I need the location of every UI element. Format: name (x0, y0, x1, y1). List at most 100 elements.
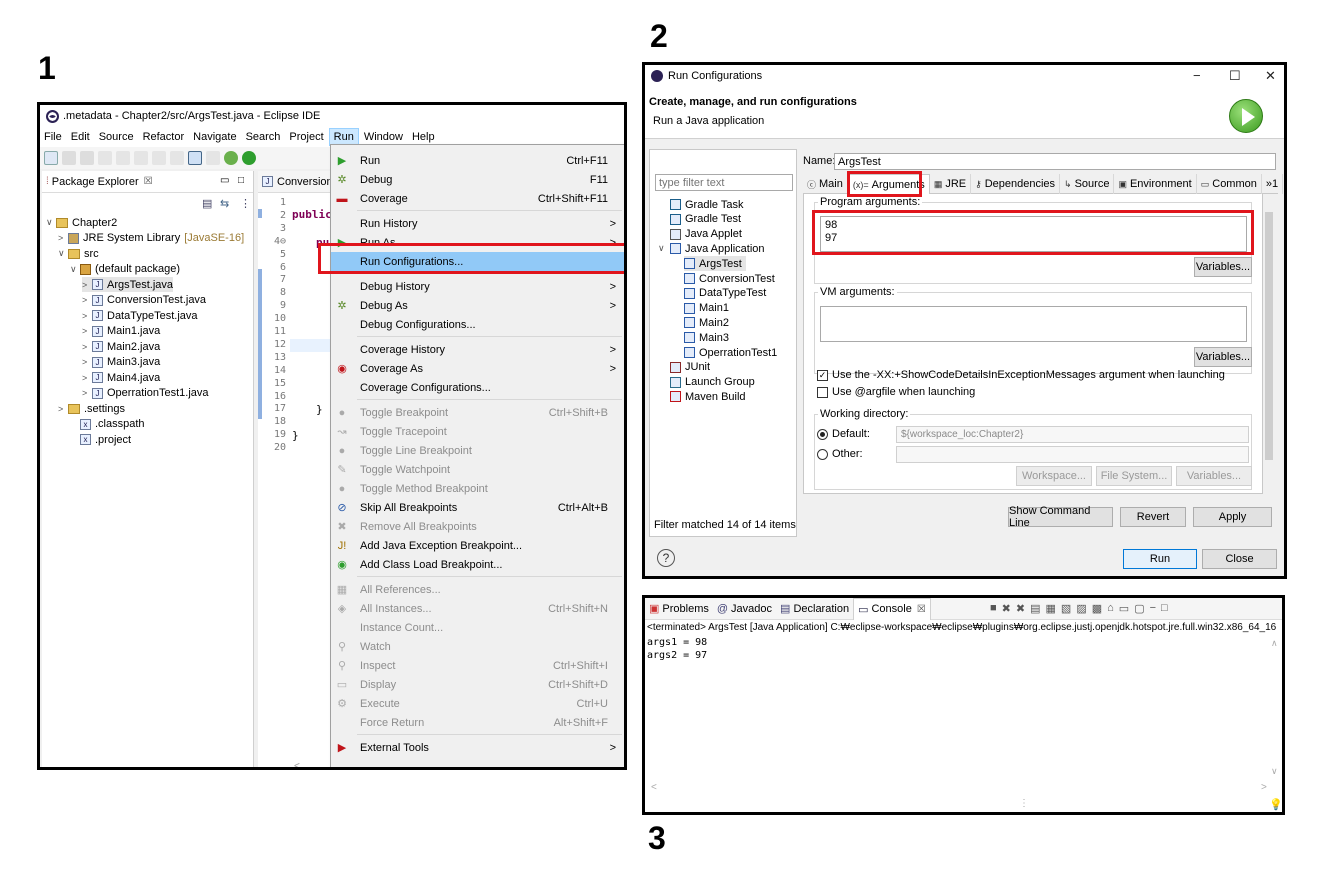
menu-item-add-class-load-breakpoint[interactable]: ◉ Add Class Load Breakpoint... (331, 555, 624, 574)
config-tree-item[interactable]: Maven Build (670, 389, 746, 404)
remove-launch-icon[interactable]: ✖ (1002, 602, 1011, 615)
chevron-down-icon[interactable]: ∨ (46, 217, 56, 228)
save-all-icon[interactable] (80, 151, 94, 165)
remove-all-icon[interactable]: ✖ (1016, 602, 1025, 615)
tab-source[interactable]: ↳ Source (1060, 174, 1115, 194)
menu-edit[interactable]: Edit (67, 129, 94, 145)
default-dir-option[interactable]: Default: (817, 428, 870, 440)
menu-item-debug-history[interactable]: Debug History > (331, 277, 624, 296)
working-dir-variables-button[interactable]: Variables... (1176, 466, 1252, 486)
menu-item-coverage-as[interactable]: ◉ Coverage As > (331, 359, 624, 378)
chevron-right-icon[interactable]: > (82, 311, 92, 321)
monitor-icon[interactable] (188, 151, 202, 165)
menu-item-watch[interactable]: ⚲ Watch (331, 637, 624, 656)
scroll-down-icon[interactable]: ∨ (1271, 766, 1278, 777)
tab-javadoc[interactable]: @ Javadoc (713, 603, 776, 615)
menu-item-inspect[interactable]: ⚲ Inspect Ctrl+Shift+I (331, 656, 624, 675)
scroll-up-icon[interactable]: ∧ (1271, 638, 1278, 649)
menu-item-debug-as[interactable]: ✲ Debug As > (331, 296, 624, 315)
tab-scrollbar[interactable] (1263, 194, 1275, 494)
menu-item-debug-configurations[interactable]: Debug Configurations... (331, 315, 624, 334)
maximize-icon[interactable]: ☐ (1229, 68, 1241, 84)
tree-item[interactable]: > J Main1.java (82, 324, 160, 339)
tree-item[interactable]: ∨ src (58, 246, 99, 261)
tree-item[interactable]: > J Main3.java (82, 355, 160, 370)
menu-help[interactable]: Help (408, 129, 439, 145)
debug-toolbar-icon[interactable] (224, 151, 238, 165)
menu-item-toggle-watchpoint[interactable]: ✎ Toggle Watchpoint (331, 460, 624, 479)
whitespace-icon[interactable] (170, 151, 184, 165)
filter-input[interactable] (655, 174, 793, 191)
workspace-button[interactable]: Workspace... (1016, 466, 1092, 486)
close-icon[interactable]: ☒ (144, 176, 153, 187)
chevron-right-icon[interactable]: > (82, 373, 92, 383)
menu-item-add-java-exception-breakpoint[interactable]: J! Add Java Exception Breakpoint... (331, 536, 624, 555)
radio-selected-icon[interactable] (817, 428, 828, 440)
package-explorer-tab[interactable]: ⁞ Package Explorer ☒ ▭ □ (42, 171, 253, 193)
skip-icon[interactable] (206, 151, 220, 165)
close-icon[interactable]: ☒ (917, 604, 926, 615)
other-dir-option[interactable]: Other: (817, 448, 863, 460)
show-code-details-option[interactable]: ✓ Use the -XX:+ShowCodeDetailsInExceptio… (817, 369, 1225, 381)
tree-item[interactable]: x .classpath (70, 417, 145, 432)
scrollbar-thumb[interactable] (1265, 212, 1273, 460)
tree-item[interactable]: > .settings (58, 401, 125, 416)
config-tree-item[interactable]: JUnit (670, 360, 710, 375)
config-tree-item[interactable]: Main3 (684, 330, 729, 345)
chevron-right-icon[interactable]: > (58, 233, 68, 243)
menu-item-remove-all-breakpoints[interactable]: ✖ Remove All Breakpoints (331, 517, 624, 536)
help-icon[interactable]: ? (657, 549, 675, 567)
menu-navigate[interactable]: Navigate (189, 129, 240, 145)
config-tree-item[interactable]: DataTypeTest (684, 286, 766, 301)
chevron-right-icon[interactable]: > (82, 388, 92, 398)
menu-refactor[interactable]: Refactor (139, 129, 189, 145)
maximize-icon[interactable]: □ (238, 175, 244, 186)
chevron-down-icon[interactable]: ∨ (70, 264, 80, 275)
tree-item[interactable]: > J ArgsTest.java (82, 277, 174, 292)
tab-jre[interactable]: ▦ JRE (930, 174, 972, 194)
pin-console-icon[interactable]: ⌂ (1107, 602, 1114, 615)
scroll-lock-icon[interactable]: ▦ (1046, 602, 1056, 615)
menu-window[interactable]: Window (360, 129, 407, 145)
open-console-icon[interactable]: ▢ (1134, 602, 1144, 615)
config-tree-item[interactable]: ∨ Java Application (658, 241, 765, 256)
config-tree-item[interactable]: Java Applet (670, 227, 742, 242)
menu-item-coverage[interactable]: ▬ Coverage Ctrl+Shift+F11 (331, 189, 624, 208)
menu-item-execute[interactable]: ⚙ Execute Ctrl+U (331, 694, 624, 713)
config-tree-item[interactable]: ArgsTest (684, 256, 746, 272)
show-stderr-icon[interactable]: ▩ (1092, 602, 1102, 615)
checkbox-unchecked-icon[interactable] (817, 386, 828, 398)
tree-item[interactable]: > J OperrationTest1.java (82, 386, 209, 401)
config-tree-item[interactable]: Main2 (684, 315, 729, 330)
tab-console[interactable]: ▭ Console ☒ (853, 598, 931, 620)
menu-item-external-tools[interactable]: ▶ External Tools > (331, 738, 624, 757)
menu-item-all-instances[interactable]: ◈ All Instances... Ctrl+Shift+N (331, 599, 624, 618)
menu-search[interactable]: Search (242, 129, 285, 145)
vm-args-variables-button[interactable]: Variables... (1194, 347, 1252, 367)
show-command-line-button[interactable]: Show Command Line (1008, 505, 1113, 529)
close-icon[interactable]: ✕ (1265, 68, 1276, 84)
minimize-icon[interactable]: − (1193, 68, 1201, 83)
checkbox-checked-icon[interactable]: ✓ (817, 369, 828, 381)
menu-item-debug[interactable]: ✲ Debug F11 (331, 170, 624, 189)
config-tree-item[interactable]: Main1 (684, 301, 729, 316)
tree-item[interactable]: x .project (70, 432, 131, 447)
menu-item-instance-count[interactable]: Instance Count... (331, 618, 624, 637)
chevron-right-icon[interactable]: > (82, 357, 92, 367)
minimize-icon[interactable]: ▭ (220, 175, 229, 186)
maximize-icon[interactable]: □ (1161, 602, 1168, 615)
clear-console-icon[interactable]: ▤ (1030, 602, 1040, 615)
config-tree-item[interactable]: ConversionTest (684, 271, 775, 286)
run-toolbar-icon[interactable] (242, 151, 256, 165)
save-icon[interactable] (62, 151, 76, 165)
scroll-left-icon[interactable]: < (294, 761, 300, 767)
scroll-right-icon[interactable]: > (1261, 782, 1267, 793)
config-tree-item[interactable]: Gradle Test (670, 212, 741, 227)
menu-item-toggle-tracepoint[interactable]: ↝ Toggle Tracepoint (331, 422, 624, 441)
tree-item[interactable]: > J Main4.java (82, 370, 160, 385)
scroll-left-icon[interactable]: < (651, 782, 657, 793)
argfile-option[interactable]: Use @argfile when launching (817, 386, 975, 398)
vm-args-input[interactable] (820, 306, 1247, 342)
menu-item-toggle-breakpoint[interactable]: ● Toggle Breakpoint Ctrl+Shift+B (331, 403, 624, 422)
tab-1[interactable]: »1 (1262, 174, 1284, 194)
